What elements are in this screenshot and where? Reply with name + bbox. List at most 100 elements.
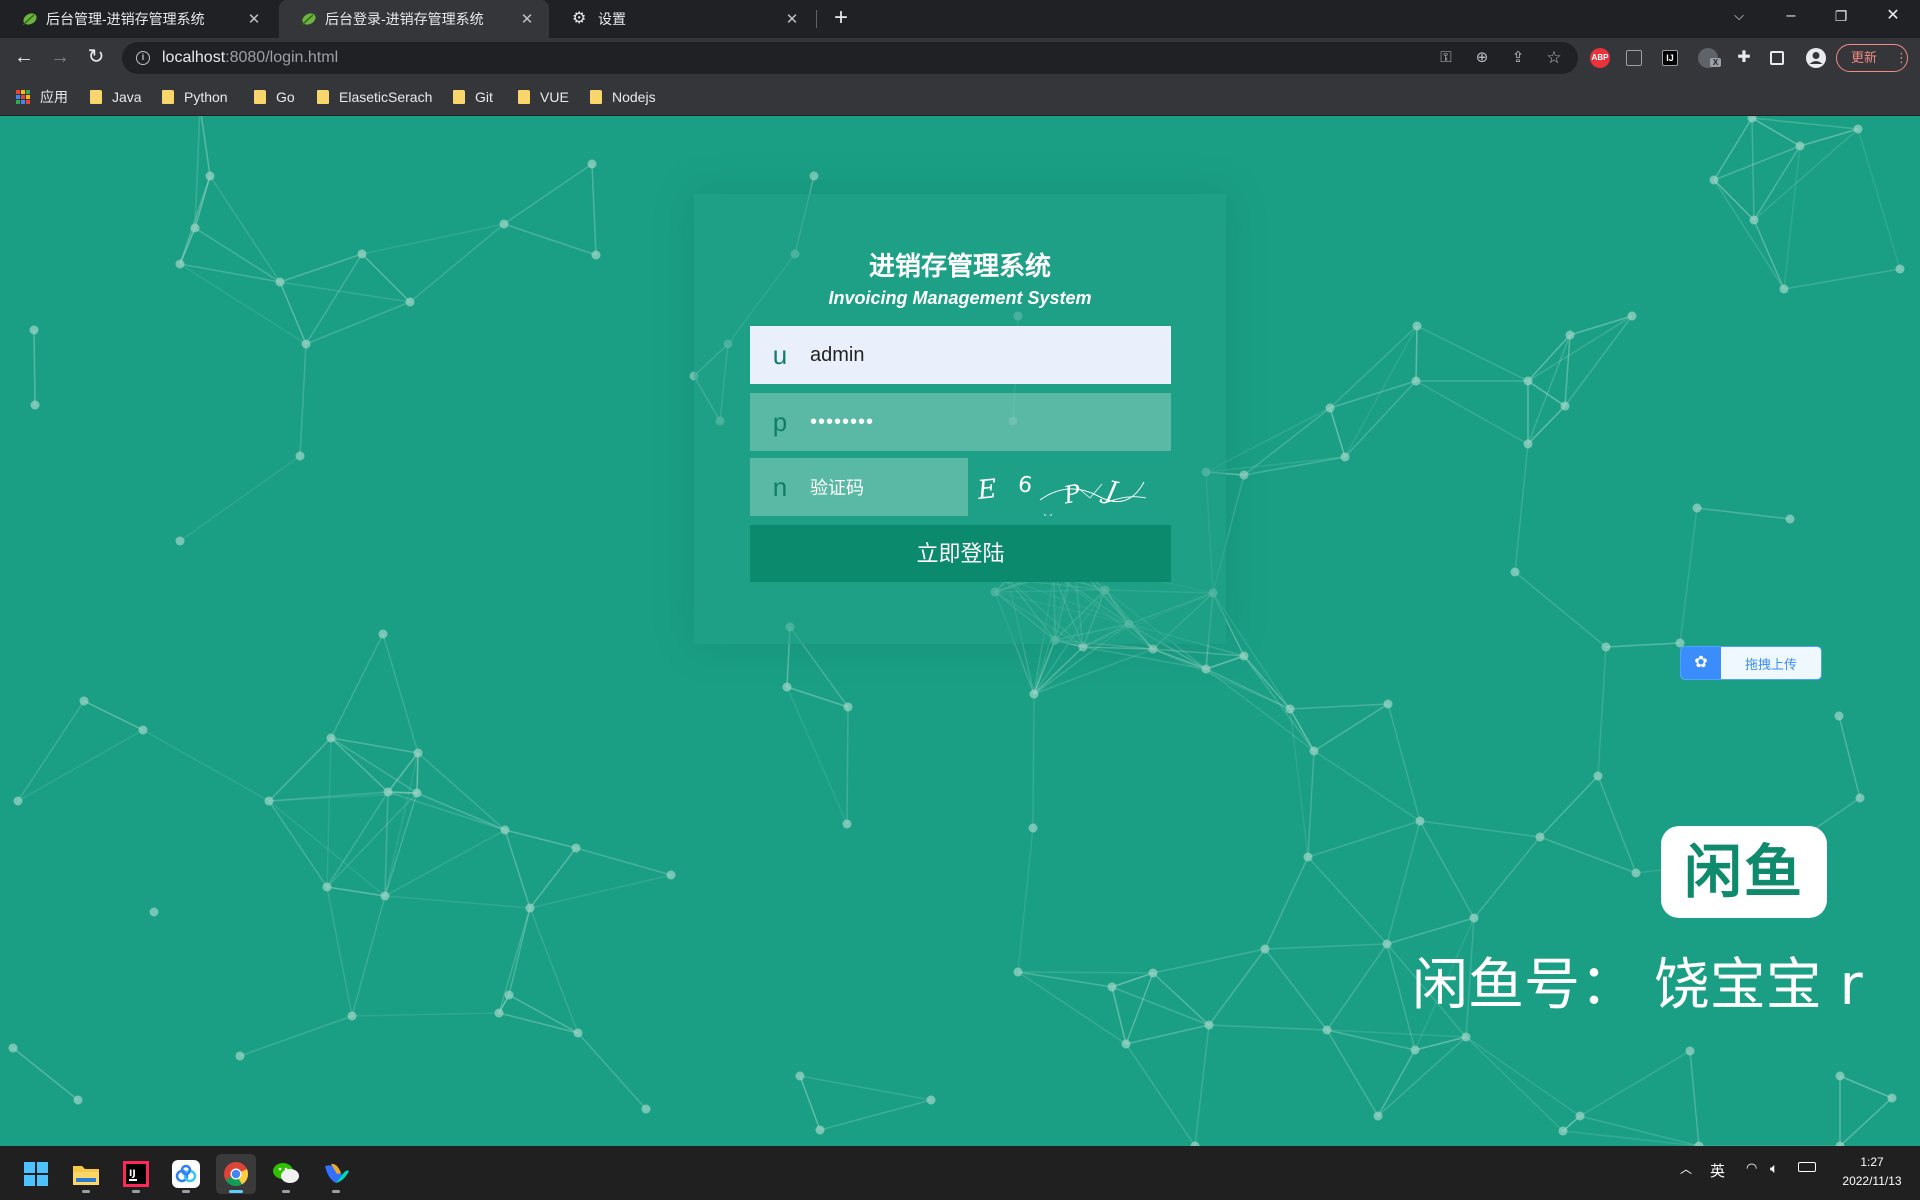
new-tab-button[interactable]: +: [826, 4, 856, 34]
particle-dot: [1560, 401, 1570, 411]
particle-link: [1017, 971, 1154, 974]
particle-dot: [73, 1095, 83, 1105]
particle-dot: [1558, 1126, 1568, 1136]
drag-upload-widget[interactable]: ✿ 拖拽上传: [1680, 646, 1822, 680]
password-field[interactable]: p ••••••••: [750, 393, 1171, 451]
taskbar-feishu[interactable]: [316, 1154, 356, 1194]
tab-settings[interactable]: ⚙ 设置 ✕: [552, 0, 814, 38]
particle-dot: [842, 819, 852, 829]
side-panel-icon[interactable]: [1770, 51, 1784, 65]
particle-dot: [413, 748, 423, 758]
update-button[interactable]: 更新 ⋮: [1836, 44, 1908, 72]
particle-link: [1152, 948, 1266, 974]
close-tab-icon[interactable]: ✕: [517, 10, 537, 28]
bookmark-folder-python[interactable]: Python: [162, 87, 228, 107]
share-icon[interactable]: ⇪: [1508, 48, 1528, 68]
intellij-idea-icon: IJ: [123, 1161, 149, 1187]
bookmark-folder-go[interactable]: Go: [254, 87, 295, 107]
particle-link: [1208, 1024, 1328, 1031]
particle-dot: [1575, 1111, 1585, 1121]
ime-indicator[interactable]: 英: [1710, 1160, 1725, 1181]
particle-link: [83, 700, 144, 731]
system-clock[interactable]: 1:27 2022/11/13: [1832, 1153, 1912, 1191]
particle-link: [1514, 443, 1529, 573]
particle-link: [1017, 971, 1113, 988]
particle-link: [382, 633, 419, 754]
particle-link: [351, 1012, 500, 1017]
particle-dot: [504, 990, 514, 1000]
particle-link: [1326, 1029, 1467, 1038]
particle-link: [1243, 655, 1291, 710]
folder-icon: [590, 90, 602, 104]
particle-link: [1465, 1036, 1564, 1132]
tab-admin[interactable]: 后台管理-进销存管理系统 ✕: [0, 0, 276, 38]
taskbar-chrome[interactable]: [216, 1154, 256, 1194]
bookmark-apps[interactable]: 应用: [16, 87, 68, 107]
key-icon[interactable]: ⚿: [1436, 48, 1456, 68]
battery-icon[interactable]: [1798, 1162, 1816, 1172]
username-field[interactable]: u admin: [750, 326, 1171, 384]
particle-link: [1751, 117, 1755, 221]
more-menu-icon[interactable]: ⋮: [1895, 45, 1908, 71]
translate-extension-icon[interactable]: X: [1698, 48, 1721, 68]
captcha-field[interactable]: n 验证码: [750, 458, 968, 516]
taskbar-intellij-idea[interactable]: IJ: [116, 1154, 156, 1194]
particle-link: [330, 737, 418, 794]
reload-button[interactable]: ↻: [82, 44, 110, 72]
particle-link: [504, 829, 531, 909]
captcha-image[interactable]: E 6 P J: [978, 458, 1148, 516]
tray-overflow-chevron-icon[interactable]: ︿: [1680, 1160, 1692, 1177]
particle-dot: [809, 171, 819, 181]
address-bar[interactable]: i localhost:8080/login.html ⚿ ⊕ ⇪ ☆: [122, 42, 1578, 74]
minimize-button[interactable]: –: [1768, 0, 1814, 34]
password-input[interactable]: ••••••••: [810, 411, 874, 434]
bookmark-folder-java[interactable]: Java: [90, 87, 142, 107]
particle-link: [384, 791, 389, 897]
site-info-icon[interactable]: i: [136, 51, 150, 65]
xianyu-watermark-text: 闲鱼号： 饶宝宝 r: [1412, 953, 1863, 1018]
volume-icon[interactable]: 🔈︎: [1770, 1160, 1778, 1177]
tab-search-icon[interactable]: ⌵: [1716, 0, 1762, 34]
tab-login[interactable]: 后台登录-进销存管理系统 ✕: [279, 0, 549, 38]
captcha-input[interactable]: 验证码: [810, 474, 864, 500]
particle-dot: [1013, 967, 1023, 977]
close-window-button[interactable]: ✕: [1870, 0, 1916, 34]
extensions-puzzle-icon[interactable]: ✚: [1734, 48, 1754, 68]
tab-manager-icon[interactable]: [1626, 50, 1642, 66]
particle-link: [326, 737, 332, 888]
bookmark-folder-elasticsearch[interactable]: ElaseticSerach: [317, 87, 432, 107]
restore-button[interactable]: ❐: [1818, 0, 1864, 34]
particle-link: [387, 791, 506, 831]
particle-dot: [815, 1125, 825, 1135]
forward-button[interactable]: →: [46, 44, 74, 72]
particle-link: [504, 829, 577, 849]
particle-link: [1307, 750, 1315, 858]
particle-link: [1839, 1075, 1893, 1099]
bookmark-label: VUE: [540, 89, 569, 105]
adblock-plus-icon[interactable]: ABP: [1590, 48, 1610, 68]
particle-link: [326, 886, 353, 1017]
login-submit-button[interactable]: 立即登陆: [750, 525, 1171, 582]
username-input[interactable]: admin: [810, 344, 864, 367]
bookmark-star-icon[interactable]: ☆: [1544, 48, 1564, 68]
jetbrains-extension-icon[interactable]: IJ: [1662, 50, 1678, 66]
zoom-icon[interactable]: ⊕: [1472, 48, 1492, 68]
profile-avatar-icon[interactable]: [1806, 48, 1826, 68]
taskbar-wechat[interactable]: [266, 1154, 306, 1194]
taskbar-file-explorer[interactable]: [66, 1154, 106, 1194]
particle-dot: [1835, 1071, 1845, 1081]
taskbar-baidu-netdisk[interactable]: [166, 1154, 206, 1194]
particle-link: [1713, 179, 1755, 221]
wifi-icon[interactable]: ◠: [1746, 1160, 1757, 1176]
particle-dot: [1709, 175, 1719, 185]
bookmark-folder-nodejs[interactable]: Nodejs: [590, 87, 656, 107]
close-tab-icon[interactable]: ✕: [244, 10, 264, 28]
particle-dot: [1469, 913, 1479, 923]
start-button[interactable]: [16, 1154, 56, 1194]
particle-link: [575, 847, 672, 876]
back-button[interactable]: ←: [10, 44, 38, 72]
bookmark-folder-vue[interactable]: VUE: [518, 87, 569, 107]
close-tab-icon[interactable]: ✕: [782, 10, 802, 28]
bookmark-folder-git[interactable]: Git: [453, 87, 493, 107]
particle-link: [268, 800, 328, 888]
